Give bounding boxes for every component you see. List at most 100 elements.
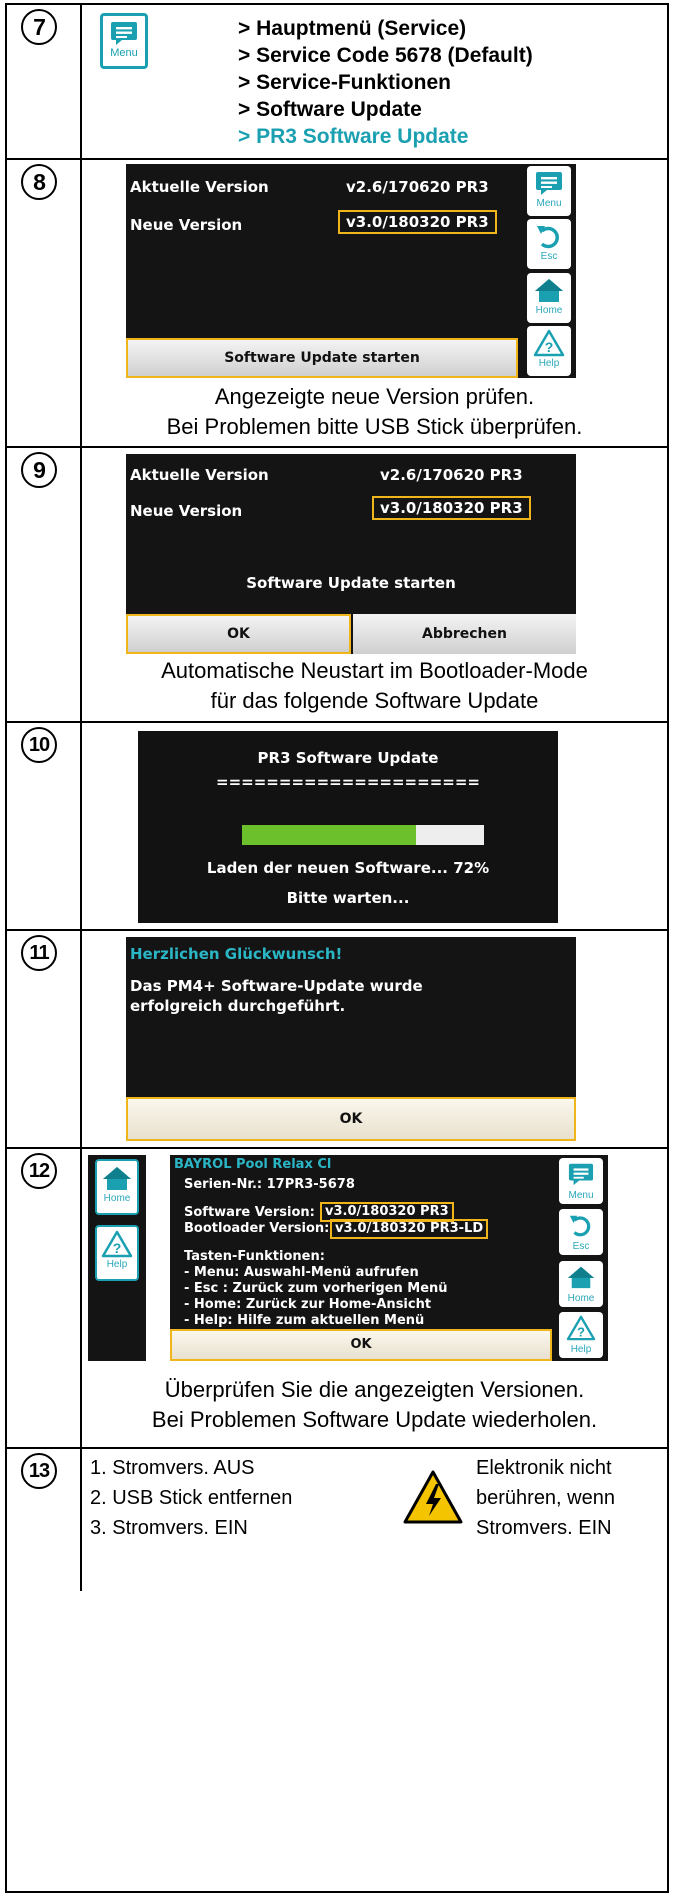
help-button[interactable]: Help — [559, 1312, 603, 1359]
side-button-bar: Menu Esc Home Help — [554, 1155, 608, 1361]
key-functions-title: Tasten-Funktionen: — [184, 1249, 325, 1264]
ok-button[interactable]: OK — [126, 614, 351, 654]
back-arrow-icon — [565, 1212, 597, 1238]
wait-message: Bitte warten... — [286, 889, 410, 907]
step-number: 11 — [21, 935, 57, 971]
step-number: 13 — [21, 1453, 57, 1489]
device-screen: Aktuelle Version v2.6/170620 PR3 Neue Ve… — [126, 164, 576, 378]
esc-button[interactable]: Esc — [559, 1209, 603, 1256]
device-screen: Aktuelle Version v2.6/170620 PR3 Neue Ve… — [126, 454, 576, 654]
warning-text: Elektronik nicht berühren, wenn Stromver… — [476, 1453, 615, 1543]
menu-button[interactable]: Menu — [559, 1157, 603, 1204]
menu-button[interactable]: Menu — [100, 13, 148, 69]
side-button-bar: Menu Esc Home Help — [522, 164, 576, 378]
new-version-label: Neue Version — [130, 502, 243, 520]
success-message-line: Das PM4+ Software-Update wurde — [130, 977, 423, 995]
warning-line: Stromvers. EIN — [476, 1517, 612, 1539]
start-update-button[interactable]: Software Update starten — [126, 338, 518, 378]
title-separator: ===================== — [216, 773, 480, 791]
home-icon — [101, 1164, 133, 1192]
step-caption: Automatische Neustart im Bootloader-Mode… — [82, 656, 667, 716]
home-icon — [565, 1264, 597, 1290]
button-label: Esc — [540, 251, 558, 263]
step-8-row: 8 Aktuelle Version v2.6/170620 PR3 Neue … — [7, 160, 667, 448]
home-button[interactable]: Home — [527, 272, 571, 323]
instruction-item: 2. USB Stick entfernen — [90, 1487, 293, 1509]
button-label: Help — [570, 1344, 592, 1356]
menu-button-label: Menu — [110, 47, 138, 59]
key-function-item: - Help: Hilfe zum aktuellen Menü — [184, 1313, 425, 1328]
instruction-item: 3. Stromvers. EIN — [90, 1517, 248, 1539]
device-screen: BAYROL Pool Relax Cl Serien-Nr.: 17PR3-5… — [170, 1155, 608, 1361]
success-heading: Herzlichen Glückwunsch! — [130, 945, 343, 963]
help-icon — [565, 1315, 597, 1341]
step-11-row: 11 Herzlichen Glückwunsch! Das PM4+ Soft… — [7, 931, 667, 1149]
confirm-message: Software Update starten — [246, 574, 456, 592]
key-function-item: - Menu: Auswahl-Menü aufrufen — [184, 1265, 419, 1280]
help-button[interactable]: Help — [527, 326, 571, 377]
button-label: Home — [567, 1292, 595, 1304]
menu-path-item-active: > PR3 Software Update — [238, 125, 469, 148]
caption-line: Bei Problemen bitte USB Stick überprüfen… — [166, 414, 583, 439]
cancel-button[interactable]: Abbrechen — [353, 614, 576, 654]
new-version-value: v3.0/180320 PR3 — [372, 496, 531, 520]
step-number: 8 — [21, 164, 57, 200]
menu-icon — [108, 19, 140, 47]
instruction-list: 1. Stromvers. AUS 2. USB Stick entfernen… — [90, 1453, 292, 1543]
help-button[interactable]: Help — [95, 1225, 139, 1281]
caption-line: Überprüfen Sie die angezeigten Versionen… — [164, 1377, 585, 1402]
software-version-label: Software Version: — [184, 1205, 315, 1220]
bootloader-version-label: Bootloader Version: — [184, 1221, 330, 1236]
home-button[interactable]: Home — [95, 1159, 139, 1215]
product-name: BAYROL Pool Relax Cl — [174, 1157, 332, 1172]
progress-bar — [242, 825, 484, 845]
step-7-row: 7 Menu > Hauptmenü (Service) > Service C… — [7, 5, 667, 160]
menu-icon — [533, 169, 565, 197]
home-button[interactable]: Home — [559, 1260, 603, 1307]
update-title: PR3 Software Update — [257, 749, 439, 767]
loading-status: Laden der neuen Software... 72% — [206, 859, 490, 877]
home-icon — [533, 276, 565, 304]
help-icon — [101, 1230, 133, 1258]
ok-button[interactable]: OK — [126, 1097, 576, 1141]
button-label: Menu — [568, 1189, 594, 1201]
caption-line: für das folgende Software Update — [210, 688, 539, 713]
current-version-label: Aktuelle Version — [130, 178, 269, 196]
step-caption: Angezeigte neue Version prüfen. Bei Prob… — [82, 382, 667, 442]
caption-line: Automatische Neustart im Bootloader-Mode — [161, 658, 588, 683]
button-label: Help — [106, 1259, 128, 1270]
step-caption: Überprüfen Sie die angezeigten Versionen… — [82, 1375, 667, 1435]
progress-fill — [242, 825, 417, 845]
left-button-column: Home Help — [88, 1155, 146, 1361]
menu-path: > Hauptmenü (Service) > Service Code 567… — [238, 15, 533, 150]
caption-line: Angezeigte neue Version prüfen. — [214, 384, 535, 409]
current-version-value: v2.6/170620 PR3 — [380, 466, 523, 484]
back-arrow-icon — [533, 222, 565, 250]
ok-button[interactable]: OK — [170, 1329, 552, 1361]
warning-line: berühren, wenn — [476, 1487, 615, 1509]
new-version-value: v3.0/180320 PR3 — [338, 210, 497, 234]
help-icon — [533, 329, 565, 357]
button-label: Esc — [572, 1241, 590, 1253]
device-screen: PR3 Software Update ====================… — [138, 731, 558, 923]
new-version-label: Neue Version — [130, 216, 243, 234]
menu-button[interactable]: Menu — [527, 165, 571, 216]
step-number: 10 — [21, 727, 57, 763]
button-label: Help — [538, 358, 560, 370]
high-voltage-warning-icon — [403, 1470, 463, 1524]
menu-icon — [565, 1161, 597, 1187]
button-label: Home — [103, 1193, 131, 1204]
warning-line: Elektronik nicht — [476, 1457, 612, 1479]
step-number: 7 — [21, 9, 57, 45]
esc-button[interactable]: Esc — [527, 219, 571, 270]
step-10-row: 10 PR3 Software Update =================… — [7, 723, 667, 931]
menu-path-item: > Service Code 5678 (Default) — [238, 44, 533, 67]
menu-path-item: > Hauptmenü (Service) — [238, 17, 467, 40]
success-message-line: erfolgreich durchgeführt. — [130, 997, 346, 1015]
instruction-table: 7 Menu > Hauptmenü (Service) > Service C… — [5, 3, 669, 1893]
step-13-row: 13 1. Stromvers. AUS 2. USB Stick entfer… — [7, 1449, 667, 1591]
key-function-item: - Esc : Zurück zum vorherigen Menü — [184, 1281, 448, 1296]
current-version-value: v2.6/170620 PR3 — [346, 178, 489, 196]
menu-path-item: > Software Update — [238, 98, 422, 121]
menu-path-item: > Service-Funktionen — [238, 71, 451, 94]
